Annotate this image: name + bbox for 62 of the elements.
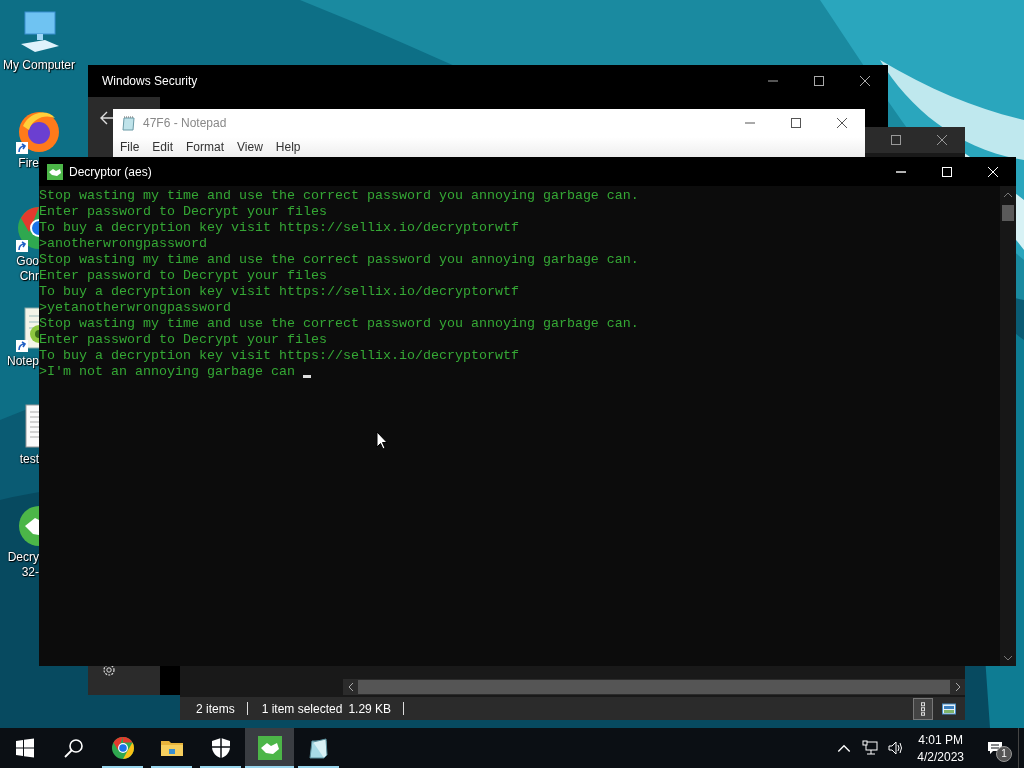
back-arrow-icon[interactable]	[99, 111, 115, 125]
icon-label[interactable]: Decry	[7, 550, 39, 565]
chrome-icon	[110, 736, 135, 760]
console-line: Enter password to Decrypt your files	[39, 332, 327, 348]
window-title: Windows Security	[101, 74, 198, 88]
console-line: >I'm not an annoying garbage can	[39, 364, 296, 380]
icon-label[interactable]: test	[19, 452, 39, 467]
close-icon	[837, 118, 847, 128]
status-text: 1.29 KB	[348, 701, 392, 716]
maximize-icon	[891, 135, 901, 145]
window-title: Decryptor (aes)	[68, 164, 152, 179]
console-line: >anotherwrongpassword	[39, 236, 207, 252]
notepad-icon	[306, 736, 331, 760]
icon-label[interactable]: Chr	[19, 269, 39, 284]
console-line: >yetanotherwrongpassword	[39, 300, 231, 316]
console-line: Stop wasting my time and use the correct password you annoying garbage can.	[39, 252, 639, 268]
console-line: To buy a decryption key visit https://sellix.io/decryptorwtf	[39, 284, 519, 300]
handshake-icon	[47, 163, 63, 180]
close-icon	[988, 166, 998, 177]
console-line: To buy a decryption key visit https://sellix.io/decryptorwtf	[39, 348, 519, 363]
icon-label[interactable]: Fire	[18, 156, 39, 171]
window-title: 47F6 - Notepad	[142, 116, 227, 130]
close-icon	[937, 135, 947, 145]
console-line: Stop wasting my time and use the correct password you annoying garbage can.	[39, 316, 639, 332]
icon-label[interactable]: 32-	[21, 565, 39, 580]
maximize-icon	[791, 118, 801, 128]
maximize-icon	[814, 76, 824, 86]
speaker-icon[interactable]	[888, 740, 905, 756]
icon-label[interactable]: Goo	[16, 254, 39, 269]
details-view-button[interactable]	[913, 697, 933, 720]
menu-item[interactable]: Help	[268, 137, 307, 157]
console-line: Enter password to Decrypt your files	[39, 268, 327, 284]
menu-item[interactable]: File	[113, 137, 146, 157]
menu-item[interactable]: Format	[179, 137, 231, 157]
text-cursor	[302, 375, 311, 378]
mouse-pointer-icon	[376, 431, 388, 450]
console-line: Stop wasting my time and use the correct password you annoying garbage can.	[39, 188, 639, 204]
notepad-icon	[121, 115, 137, 131]
status-text: 2 items	[196, 701, 235, 716]
taskbar-app[interactable]	[245, 728, 294, 768]
notifications-button[interactable]: 1	[972, 728, 1018, 768]
clock[interactable]: 4:01 PM 4/2/2023	[909, 728, 972, 768]
notification-count-badge: 1	[996, 746, 1012, 762]
handshake-icon	[257, 736, 282, 760]
thumbnail-image-icon	[942, 701, 956, 716]
scrollbar-thumb[interactable]	[1002, 205, 1014, 221]
chevron-up-icon	[1003, 191, 1013, 198]
close-icon	[860, 76, 870, 86]
icon-label[interactable]: My Computer	[3, 58, 75, 73]
scrollbar-thumb[interactable]	[358, 680, 950, 694]
details-list-icon	[921, 701, 925, 716]
chevron-right-icon	[954, 682, 961, 692]
status-text: 1 item selected	[261, 701, 343, 716]
chevron-down-icon	[1003, 654, 1013, 661]
icon-label[interactable]: Notep	[6, 354, 39, 369]
menu-item[interactable]: Edit	[145, 137, 180, 157]
console-line: To buy a decryption key visit https://sellix.io/decryptorwtf	[39, 220, 519, 236]
console-line: Enter password to Decrypt your files	[39, 204, 327, 220]
chevron-left-icon	[347, 682, 354, 692]
maximize-icon	[942, 166, 952, 177]
network-icon[interactable]	[862, 740, 879, 756]
menu-item[interactable]: View	[230, 137, 269, 157]
